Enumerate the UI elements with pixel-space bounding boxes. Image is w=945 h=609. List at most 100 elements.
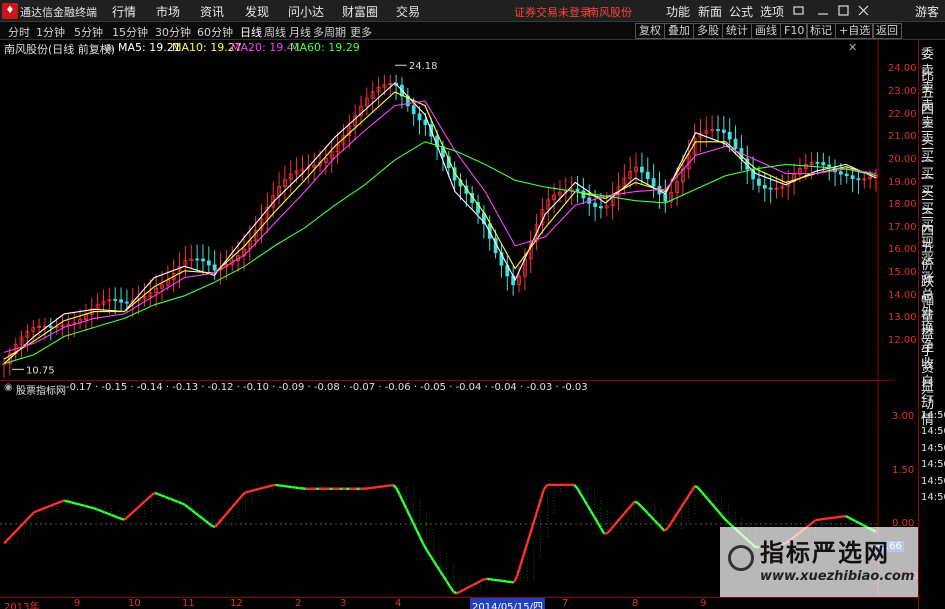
oscillator-segment (663, 526, 669, 532)
oscillator-segment (110, 513, 116, 518)
oscillator-segment (398, 494, 405, 503)
oscillator-segment (435, 564, 442, 572)
oscillator-segment (201, 517, 206, 522)
high-price-label: 24.18 (409, 61, 438, 72)
guest-label[interactable]: 游客 (915, 3, 939, 20)
price-tick-label: 23.00 (888, 85, 917, 97)
oscillator-segment (667, 521, 673, 529)
oscillator-segment (647, 512, 653, 518)
oscillator-segment (43, 505, 49, 510)
candle-body (645, 171, 650, 180)
oscillator-segment (227, 506, 233, 512)
oscillator-segment (643, 509, 649, 515)
oscillator-segment (117, 516, 122, 521)
time-axis: 2013年 9 10 11 12 2 3 4 2014/05/15/四 7 8 9 (0, 597, 918, 609)
price-tick-label: 18.00 (888, 199, 917, 211)
ma-line-ma10 (3, 91, 877, 360)
oscillator-segment (144, 497, 150, 503)
oscillator-segment (408, 515, 415, 524)
price-tick-label: 24.00 (888, 63, 917, 75)
time-tick-label: 9 (74, 598, 81, 609)
oscillator-segment (37, 508, 42, 512)
oscillator-segment (727, 521, 733, 527)
oscillator-segment (97, 508, 102, 513)
oscillator-segment (29, 511, 36, 517)
candle-body (411, 105, 416, 115)
oscillator-segment (519, 554, 525, 566)
oscillator-segment (445, 580, 452, 588)
oscillator-segment (428, 554, 435, 562)
oscillator-segment (700, 491, 706, 497)
oscillator-segment (522, 543, 529, 555)
oscillator-segment (150, 491, 156, 497)
price-tick-label: 19.00 (888, 176, 917, 188)
oscillator-segment (630, 500, 636, 507)
oscillator-segment (683, 495, 690, 503)
oscillator-segment (13, 528, 19, 534)
side-panel-item[interactable]: 14:50 (921, 487, 945, 509)
candle-body (581, 190, 586, 199)
oscillator-segment (660, 526, 666, 532)
oscillator-segment (114, 515, 119, 519)
oscillator-segment (137, 503, 143, 509)
candle-body (821, 162, 826, 166)
oscillator-segment (174, 499, 179, 504)
oscillator-segment (100, 509, 106, 514)
candle-body (850, 175, 855, 180)
candle-body (599, 206, 603, 209)
candle-body (124, 301, 129, 304)
time-tick-label: 2 (295, 598, 302, 609)
oscillator-segment (687, 490, 693, 498)
oscillator-segment (599, 527, 606, 535)
oscillator-segment (526, 532, 532, 544)
time-tick-label: 2014/05/15/四 (470, 598, 546, 609)
oscillator-segment (70, 501, 75, 505)
candle-body (195, 258, 200, 261)
oscillator-segment (197, 514, 203, 519)
oscillator-segment (33, 509, 38, 514)
oscillator-segment (710, 502, 716, 509)
oscillator-segment (147, 494, 153, 500)
oscillator-segment (127, 512, 133, 518)
candle-body (844, 173, 849, 177)
candle-body (727, 131, 732, 140)
indicator-gear-icon[interactable]: ◉ (4, 382, 13, 393)
candle-body (838, 171, 843, 175)
oscillator-segment (47, 504, 52, 509)
oscillator-segment (154, 491, 159, 496)
oscillator-segment (167, 496, 173, 501)
oscillator-segment (653, 519, 659, 525)
oscillator-segment (245, 490, 250, 494)
oscillator-segment (184, 503, 190, 509)
price-tick-label: 20.00 (888, 153, 917, 165)
oscillator-segment (130, 509, 136, 515)
low-price-label: 10.75 (26, 365, 55, 376)
oscillator-segment (50, 503, 55, 507)
candle-body (815, 161, 820, 164)
oscillator-segment (724, 518, 730, 524)
oscillator-segment (84, 504, 89, 508)
oscillator-segment (87, 505, 92, 509)
oscillator-segment (680, 500, 686, 508)
oscillator-segment (808, 521, 814, 527)
watermark: 指标严选网 www.xuezhibiao.com (720, 527, 918, 597)
oscillator-segment (395, 487, 401, 496)
oscillator-segment (462, 587, 468, 591)
oscillator-segment (512, 575, 519, 583)
oscillator-segment (425, 549, 431, 556)
oscillator-segment (851, 518, 857, 523)
oscillator-segment (90, 506, 95, 510)
candle-body (640, 166, 644, 173)
price-tick-label: 21.00 (888, 131, 917, 143)
candle-body (716, 129, 720, 132)
oscillator-segment (707, 498, 713, 505)
time-tick-label: 2013年 (4, 602, 40, 609)
oscillator-segment (77, 502, 82, 507)
oscillator-segment (606, 528, 612, 534)
oscillator-segment (694, 484, 699, 489)
oscillator-segment (483, 577, 488, 581)
oscillator-segment (237, 494, 244, 501)
time-tick-label: 4 (395, 598, 402, 609)
candle-body (212, 264, 217, 271)
oscillator-segment (452, 590, 458, 595)
